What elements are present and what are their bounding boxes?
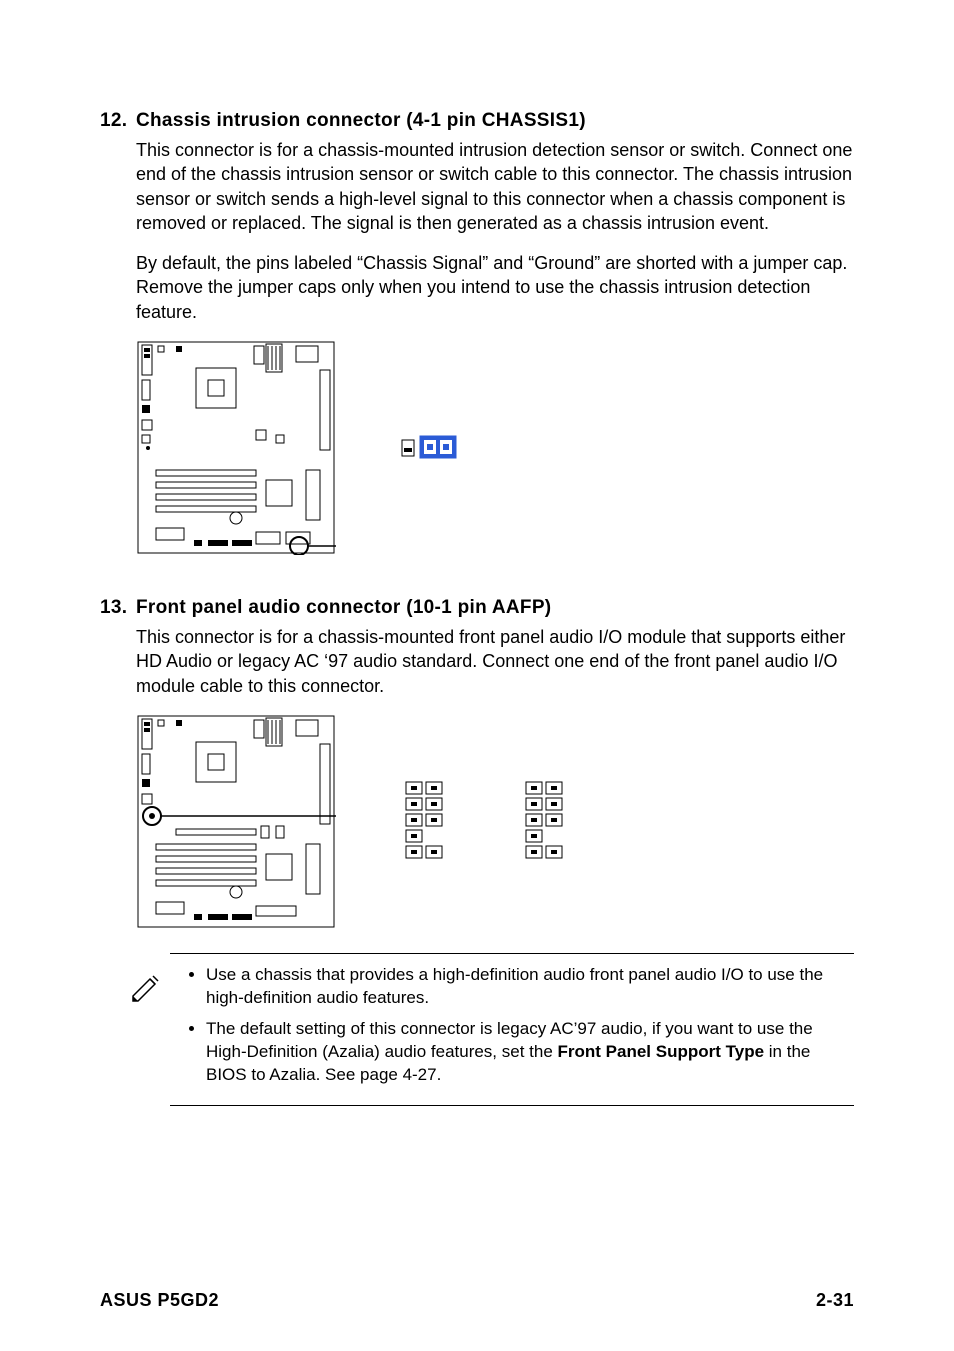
section-12-para1: This connector is for a chassis-mounted …: [136, 138, 854, 235]
note-list: Use a chassis that provides a high-defin…: [184, 964, 854, 1095]
motherboard-diagram-icon: [136, 340, 336, 555]
note-item-2: The default setting of this connector is…: [206, 1018, 854, 1087]
chassis-connector-icon: [396, 428, 486, 468]
note-pencil-icon: [128, 968, 166, 1006]
section-12-header: 12.Chassis intrusion connector (4-1 pin …: [100, 110, 854, 132]
footer-left: ASUS P5GD2: [100, 1290, 219, 1311]
footer-right: 2-31: [816, 1290, 854, 1311]
section-13: 13.Front panel audio connector (10-1 pin…: [100, 597, 854, 1106]
section-12-title: Chassis intrusion connector (4-1 pin CHA…: [136, 110, 586, 131]
note-item-1: Use a chassis that provides a high-defin…: [206, 964, 854, 1010]
section-12-diagram: [136, 340, 854, 555]
motherboard-diagram-aafp-icon: [136, 714, 336, 929]
aafp-ac97-pinout-icon: [516, 776, 576, 866]
page-footer: ASUS P5GD2 2-31: [100, 1290, 854, 1311]
section-13-number: 13.: [100, 597, 136, 619]
aafp-azalia-pinout-icon: [396, 776, 456, 866]
section-12-number: 12.: [100, 110, 136, 132]
section-13-para1: This connector is for a chassis-mounted …: [136, 625, 854, 698]
section-12-para2: By default, the pins labeled “Chassis Si…: [136, 251, 854, 324]
note-block: Use a chassis that provides a high-defin…: [170, 953, 854, 1106]
section-13-diagram: [136, 714, 854, 929]
section-13-title: Front panel audio connector (10-1 pin AA…: [136, 597, 551, 618]
section-12: 12.Chassis intrusion connector (4-1 pin …: [100, 110, 854, 555]
section-13-header: 13.Front panel audio connector (10-1 pin…: [100, 597, 854, 619]
note-item-2-bold: Front Panel Support Type: [558, 1042, 765, 1061]
